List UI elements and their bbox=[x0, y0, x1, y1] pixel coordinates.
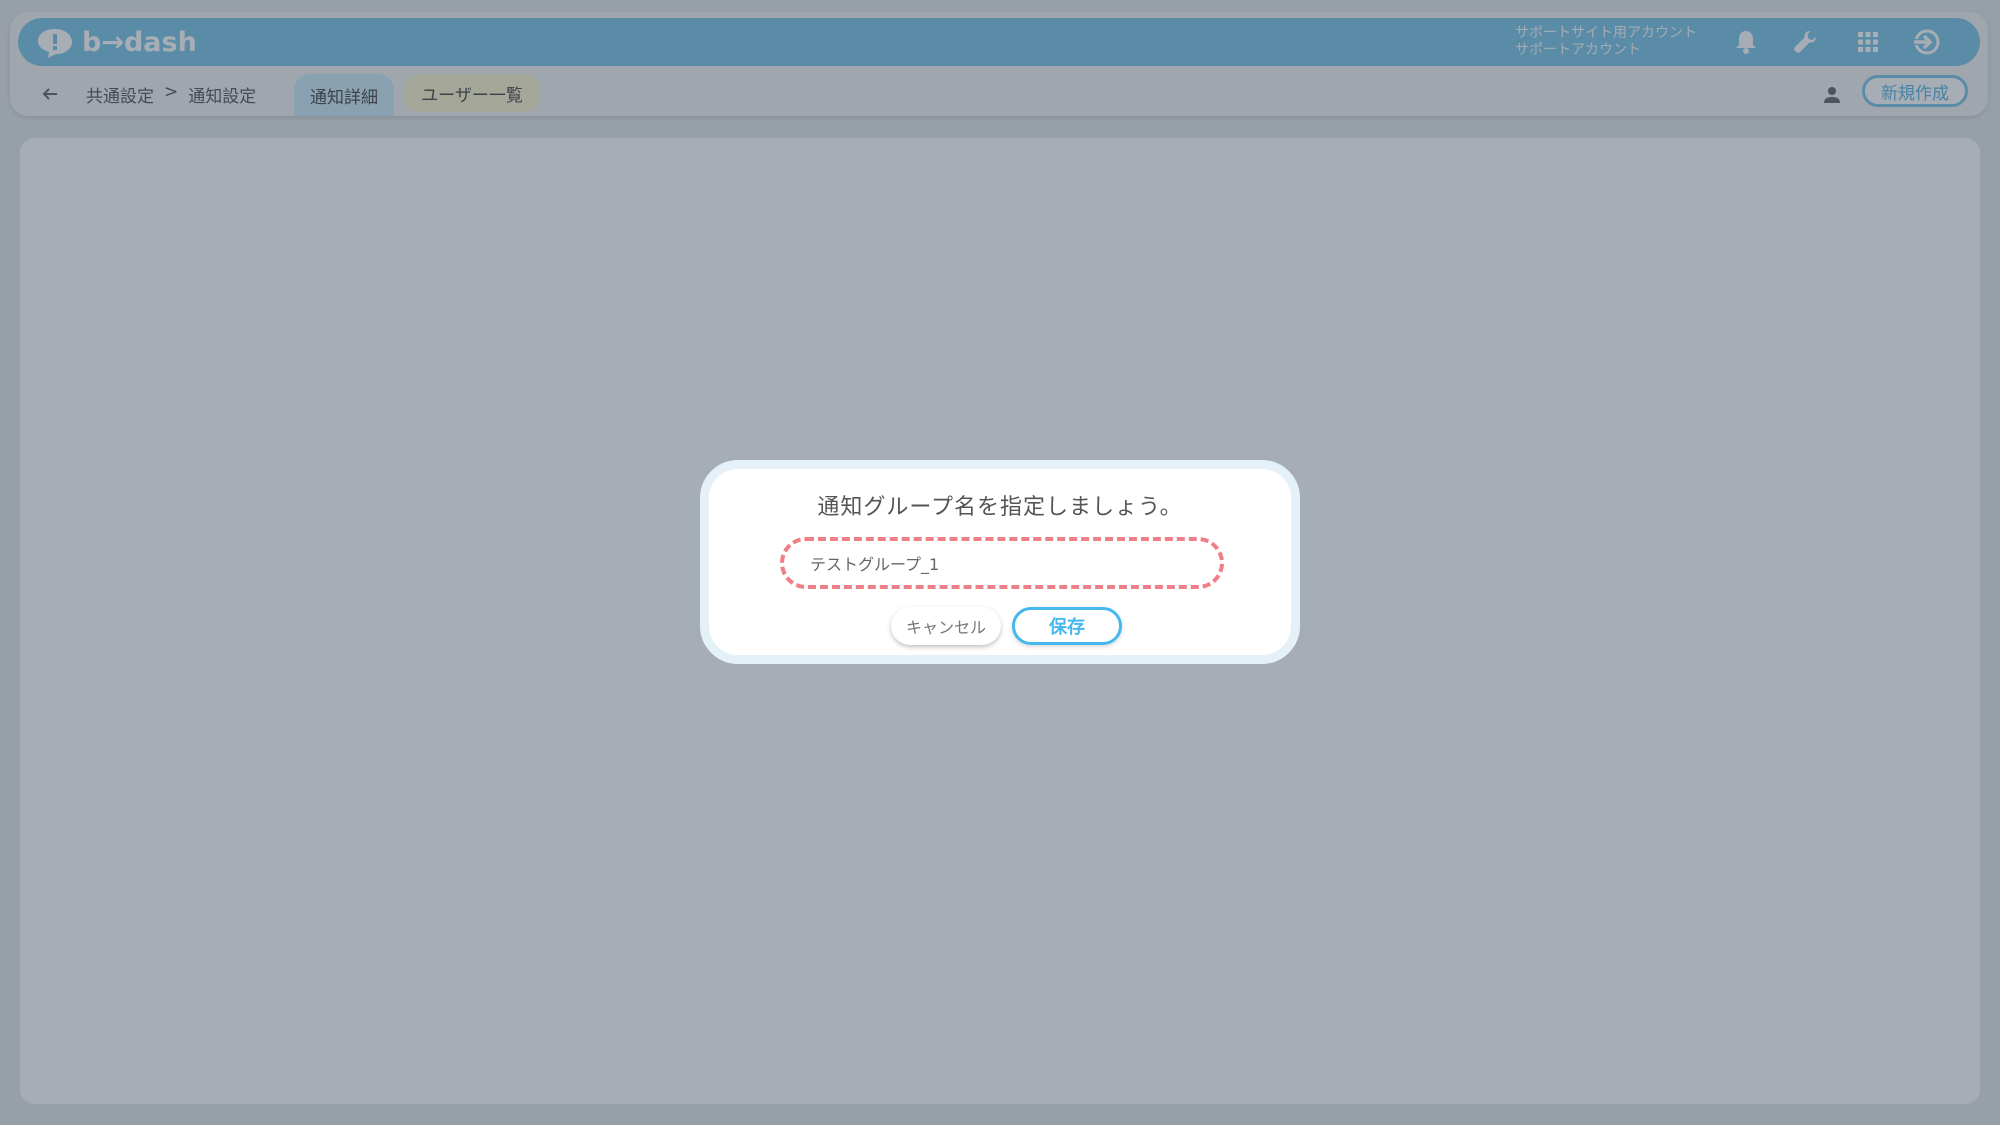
group-name-dialog: 通知グループ名を指定しましょう。 キャンセル 保存 bbox=[700, 460, 1300, 664]
cancel-button[interactable]: キャンセル bbox=[891, 607, 1001, 645]
save-button[interactable]: 保存 bbox=[1012, 607, 1122, 645]
group-name-input[interactable] bbox=[780, 537, 1224, 589]
dialog-title: 通知グループ名を指定しましょう。 bbox=[817, 495, 1183, 520]
